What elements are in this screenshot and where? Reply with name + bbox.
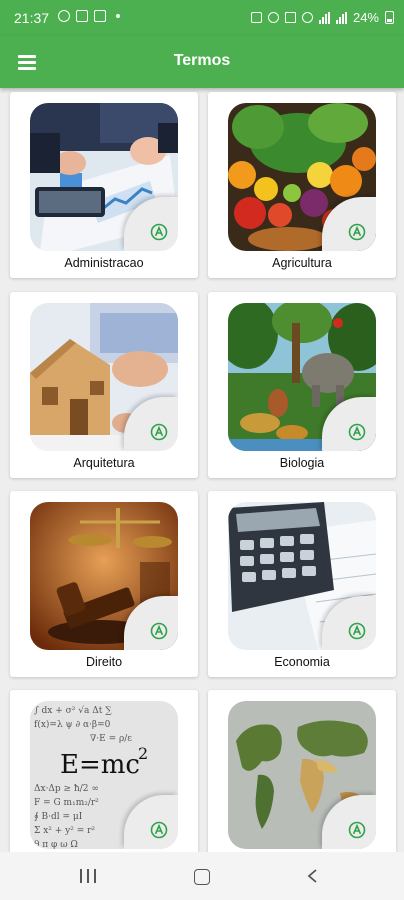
status-bar: 21:37 24% [0, 0, 404, 36]
svg-text:θ π φ ω Ω: θ π φ ω Ω [34, 840, 78, 849]
category-label: Agricultura [272, 256, 332, 270]
alarm-icon [267, 12, 279, 23]
mute-icon [284, 12, 296, 23]
category-card-physics[interactable]: ∫ dx + σ² √a Δt ∑ f(x)=λ ψ ∂ α·β=0 ∇·E =… [10, 690, 198, 852]
category-grid: Administracao Agricultura Arquitetura Bi… [0, 88, 404, 852]
svg-text:E=mc: E=mc [60, 750, 140, 780]
status-time: 21:37 [14, 10, 50, 26]
lock-icon [250, 12, 262, 23]
battery-icon [385, 11, 394, 24]
app-a-badge-icon [150, 821, 168, 839]
system-nav-bar [0, 852, 404, 900]
category-label: Economia [274, 655, 330, 669]
svg-text:F = G m₁m₂/r²: F = G m₁m₂/r² [34, 798, 99, 808]
recents-icon[interactable] [80, 869, 98, 883]
biologia-image [228, 303, 376, 451]
category-label: Administracao [64, 256, 144, 270]
direito-image [30, 502, 178, 650]
category-card-economia[interactable]: Economia [208, 491, 396, 677]
category-card-direito[interactable]: Direito [10, 491, 198, 677]
category-card-world-map[interactable] [208, 690, 396, 852]
photo-notification-icon [76, 10, 88, 22]
svg-text:f(x)=λ ψ ∂ α·β=0: f(x)=λ ψ ∂ α·β=0 [34, 719, 111, 730]
category-card-agricultura[interactable]: Agricultura [208, 92, 396, 278]
app-a-badge-icon [150, 622, 168, 640]
app-a-badge-icon [150, 423, 168, 441]
administracao-image [30, 103, 178, 251]
svg-text:2: 2 [138, 744, 148, 763]
category-label: Arquitetura [73, 456, 135, 470]
app-a-badge-icon [348, 423, 366, 441]
svg-text:∇·E = ρ/ε: ∇·E = ρ/ε [90, 734, 132, 744]
app-a-badge-icon [150, 223, 168, 241]
mail-notification-icon [94, 10, 106, 22]
cloud-notification-icon [58, 10, 70, 22]
more-notifications-icon [116, 14, 120, 18]
home-icon[interactable] [194, 869, 210, 885]
economia-image [228, 502, 376, 650]
svg-text:∫ dx + σ² √a Δt ∑: ∫ dx + σ² √a Δt ∑ [34, 705, 112, 716]
world-map-image [228, 701, 376, 849]
back-icon[interactable] [306, 868, 320, 884]
cell-signal-icon [335, 11, 347, 24]
app-a-badge-icon [348, 821, 366, 839]
svg-text:∮ B·dl = μI: ∮ B·dl = μI [34, 812, 83, 822]
app-bar: Termos [0, 36, 404, 88]
category-card-arquitetura[interactable]: Arquitetura [10, 292, 198, 478]
page-title: Termos [173, 52, 231, 69]
battery-percent: 24% [352, 10, 379, 25]
agricultura-image [228, 103, 376, 251]
category-label: Direito [85, 655, 123, 669]
physics-formulas-image: ∫ dx + σ² √a Δt ∑ f(x)=λ ψ ∂ α·β=0 ∇·E =… [30, 701, 178, 849]
category-card-biologia[interactable]: Biologia [208, 292, 396, 478]
app-a-badge-icon [348, 622, 366, 640]
category-card-administracao[interactable]: Administracao [10, 92, 198, 278]
wifi-signal-icon [318, 11, 330, 24]
app-a-badge-icon [348, 223, 366, 241]
hotspot-icon [301, 12, 313, 23]
svg-text:Δx·Δp ≥ ħ/2 ∞: Δx·Δp ≥ ħ/2 ∞ [34, 784, 99, 794]
arquitetura-image [30, 303, 178, 451]
category-label: Biologia [279, 456, 325, 470]
svg-text:Σ x² + y² = r²: Σ x² + y² = r² [34, 826, 95, 836]
